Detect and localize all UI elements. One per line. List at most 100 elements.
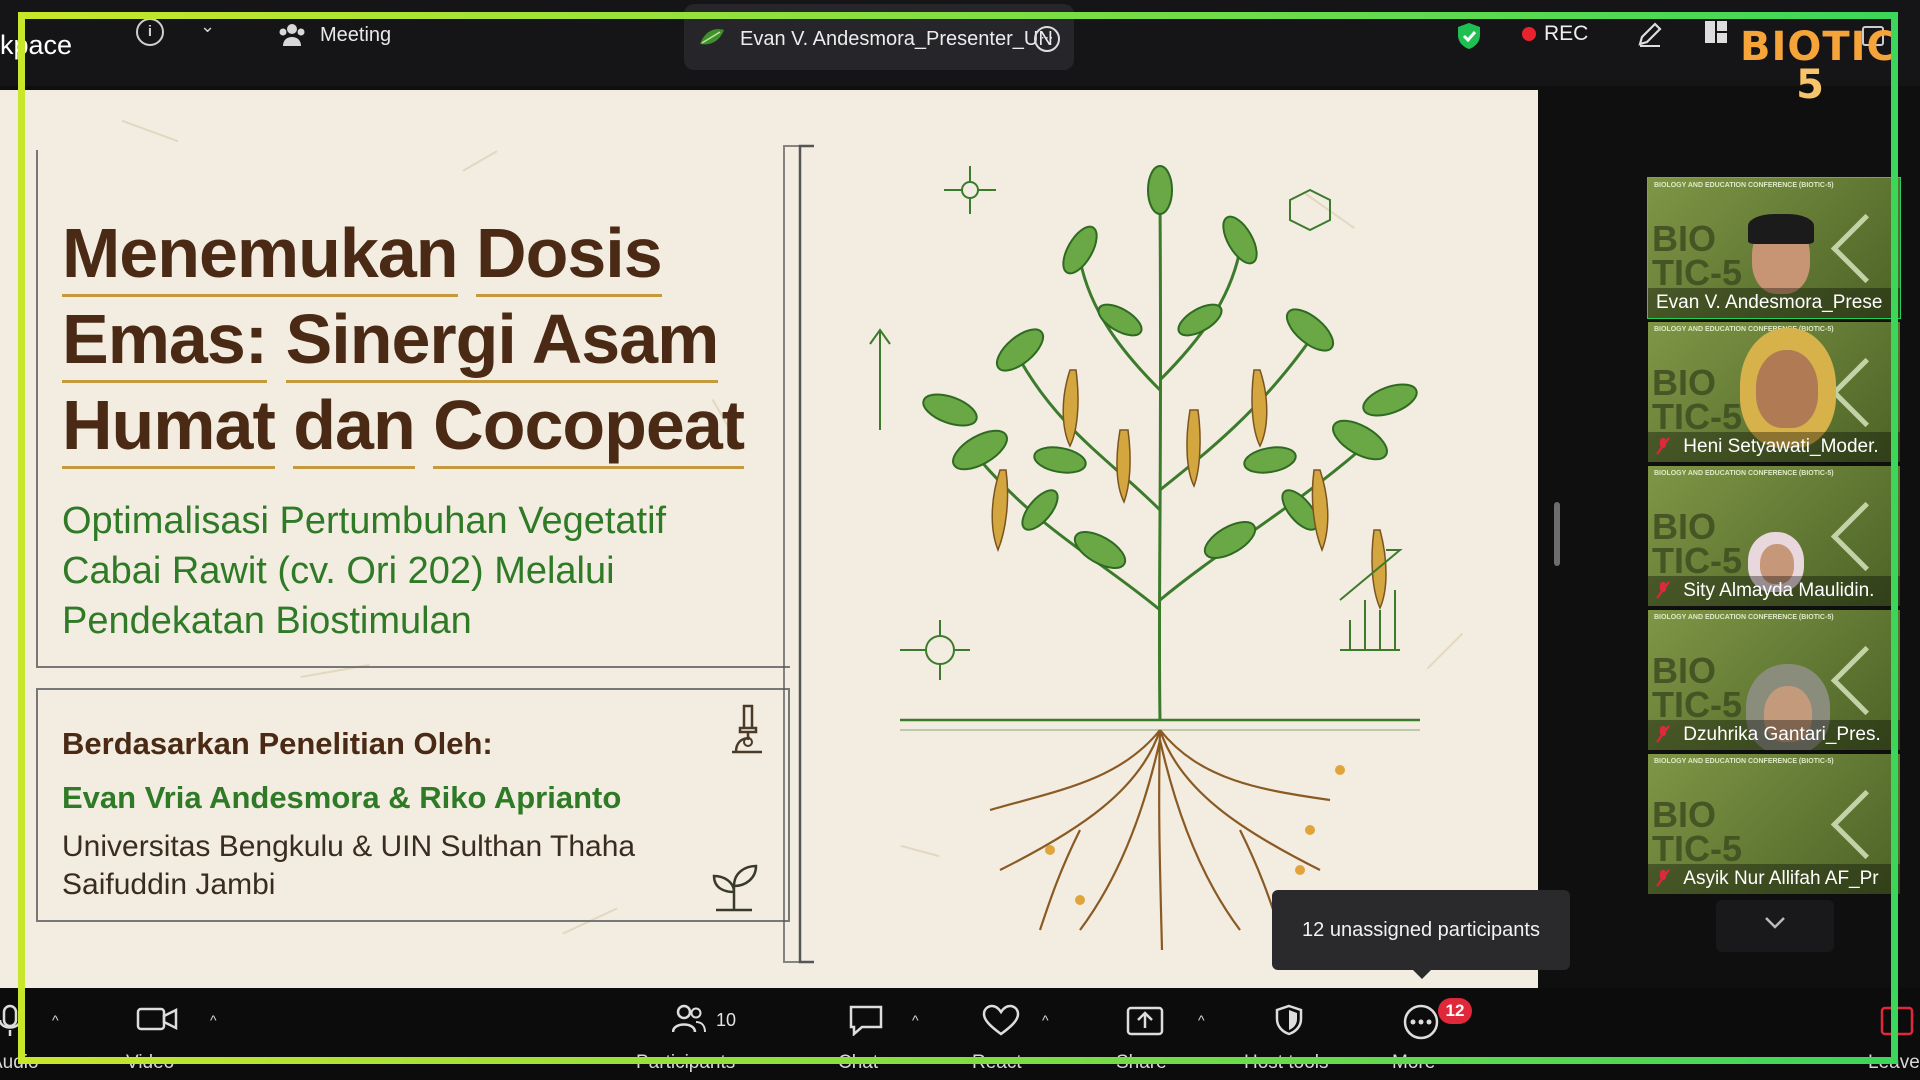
- tile-header: BIOLOGY AND EDUCATION CONFERENCE (BIOTIC…: [1654, 614, 1834, 621]
- subtitle-line: Optimalisasi Pertumbuhan Vegetatif: [62, 500, 667, 542]
- video-tile[interactable]: BIOLOGY AND EDUCATION CONFERENCE (BIOTIC…: [1648, 754, 1900, 894]
- biotic-logo: BIOTIC 5: [1740, 24, 1897, 108]
- leave-label: Leave: [1868, 1052, 1920, 1073]
- participant-name-label: Evan V. Andesmora_Prese: [1648, 288, 1900, 318]
- title-word: Emas:: [62, 300, 268, 383]
- authors: Evan Vria Andesmora & Riko Aprianto: [62, 780, 622, 815]
- meeting-toolbar: Audio ^ Video ^ Participants Chat ^ Reac…: [0, 988, 1920, 1080]
- title-word: dan: [293, 386, 416, 469]
- react-label: React: [972, 1052, 1022, 1073]
- audio-label: Audio: [0, 1052, 39, 1073]
- more-button[interactable]: More: [1392, 1004, 1440, 1073]
- mic-muted-icon: [1656, 437, 1670, 455]
- active-speaker-name: Evan V. Andesmora_Presenter_UN: [740, 28, 1053, 50]
- app-name: kpace: [0, 30, 73, 60]
- heart-icon: [982, 1004, 1020, 1036]
- rec-label: REC: [1544, 22, 1589, 45]
- participant-name-label: Heni Setyawati_Moder.: [1648, 432, 1900, 462]
- react-button[interactable]: React: [972, 1004, 1022, 1073]
- tile-bio-text: BIO TIC-5: [1652, 506, 1742, 581]
- affiliation: Universitas Bengkulu & UIN Sulthan Thaha…: [62, 828, 762, 904]
- chevron-down-icon[interactable]: ⌄: [200, 16, 215, 37]
- top-bar: kpace i ⌄ Meeting Evan V. Andesmora_Pres…: [0, 0, 1920, 105]
- tile-header: BIOLOGY AND EDUCATION CONFERENCE (BIOTIC…: [1654, 182, 1834, 189]
- shared-slide: Menemukan Dosis Emas: Sinergi Asam Humat…: [0, 90, 1538, 988]
- recording-indicator[interactable]: REC: [1522, 22, 1588, 46]
- security-shield-icon[interactable]: [1456, 22, 1482, 50]
- react-options-caret[interactable]: ^: [1042, 1012, 1049, 1028]
- meeting-label: Meeting: [320, 23, 392, 46]
- annotate-pen-icon[interactable]: [1636, 20, 1664, 48]
- research-heading: Berdasarkan Penelitian Oleh:: [62, 726, 493, 761]
- video-options-caret[interactable]: ^: [210, 1012, 217, 1028]
- leave-icon: [1880, 1006, 1914, 1036]
- more-notification-badge: 12: [1438, 998, 1472, 1024]
- logo-number: 5: [1796, 62, 1824, 108]
- video-button[interactable]: Video: [126, 1004, 178, 1073]
- participant-name-label: Dzuhrika Gantari_Pres.: [1648, 720, 1900, 750]
- chili-plant-illustration: [869, 165, 1420, 951]
- tile-bio-text: BIO TIC-5: [1652, 218, 1742, 293]
- share-screen-icon: [1126, 1006, 1164, 1036]
- mic-icon: [0, 1004, 22, 1036]
- subtitle-line: Cabai Rawit (cv. Ori 202) Melalui: [62, 550, 615, 592]
- video-tile[interactable]: BIOLOGY AND EDUCATION CONFERENCE (BIOTIC…: [1648, 322, 1900, 462]
- chevron-down-icon: [1765, 917, 1785, 929]
- participant-video: [1756, 350, 1818, 428]
- shield-icon: [1275, 1004, 1303, 1036]
- divider-bracket: [783, 144, 814, 964]
- tile-bio-text: BIO TIC-5: [1652, 362, 1742, 437]
- speaker-avatar-icon: [700, 29, 724, 45]
- info-icon[interactable]: i: [136, 18, 164, 46]
- share-label: Share: [1116, 1052, 1167, 1073]
- tile-bio-text: BIO TIC-5: [1652, 794, 1742, 869]
- more-icon: [1403, 1004, 1439, 1040]
- chat-button[interactable]: Chat: [838, 1004, 884, 1073]
- mic-muted-icon: [1656, 869, 1670, 887]
- share-options-caret[interactable]: ^: [1198, 1012, 1205, 1028]
- mic-muted-icon: [1656, 725, 1670, 743]
- affiliation-line: Saifuddin Jambi: [62, 868, 276, 901]
- gallery-scroll-down-button[interactable]: [1716, 900, 1834, 952]
- audio-options-caret[interactable]: ^: [52, 1012, 59, 1028]
- video-label: Video: [126, 1052, 175, 1073]
- microscope-icon: [732, 704, 762, 754]
- subtitle-line: Pendekatan Biostimulan: [62, 600, 472, 642]
- share-button[interactable]: Share: [1116, 1004, 1167, 1073]
- chat-label: Chat: [838, 1052, 879, 1073]
- more-label: More: [1392, 1052, 1436, 1073]
- gallery-resize-handle[interactable]: [1554, 502, 1560, 566]
- view-layout-icon[interactable]: [1704, 20, 1728, 44]
- participants-count: 10: [716, 1010, 737, 1030]
- chat-options-caret[interactable]: ^: [912, 1012, 919, 1028]
- title-word: Humat: [62, 386, 276, 469]
- active-speaker-pill[interactable]: Evan V. Andesmora_Presenter_UN ⋯: [684, 4, 1074, 70]
- audio-button[interactable]: Audio: [0, 1004, 39, 1073]
- meeting-button[interactable]: Meeting: [278, 22, 391, 48]
- slide-title: Menemukan Dosis Emas: Sinergi Asam Humat…: [62, 210, 745, 469]
- tile-header: BIOLOGY AND EDUCATION CONFERENCE (BIOTIC…: [1654, 470, 1834, 477]
- more-options-icon[interactable]: ⋯: [1034, 26, 1060, 52]
- video-tile[interactable]: BIOLOGY AND EDUCATION CONFERENCE (BIOTIC…: [1647, 177, 1901, 319]
- participant-hair: [1748, 214, 1814, 244]
- title-word: Sinergi Asam: [285, 300, 719, 383]
- host-tools-button[interactable]: Host tools: [1244, 1004, 1328, 1073]
- title-word: Dosis: [476, 214, 663, 297]
- video-tile[interactable]: BIOLOGY AND EDUCATION CONFERENCE (BIOTIC…: [1648, 610, 1900, 750]
- participants-button[interactable]: Participants: [636, 1004, 735, 1073]
- unassigned-participants-tooltip: 12 unassigned participants: [1272, 890, 1570, 979]
- mic-muted-icon: [1656, 581, 1670, 599]
- participants-icon: [672, 1004, 706, 1033]
- video-tile[interactable]: BIOLOGY AND EDUCATION CONFERENCE (BIOTIC…: [1648, 466, 1900, 606]
- record-dot-icon: [1522, 27, 1536, 41]
- title-word: Menemukan: [62, 214, 459, 297]
- sprout-icon: [712, 864, 758, 912]
- title-word: Cocopeat: [433, 386, 745, 469]
- tile-header: BIOLOGY AND EDUCATION CONFERENCE (BIOTIC…: [1654, 758, 1834, 765]
- participant-name-label: Asyik Nur Allifah AF_Pr: [1648, 864, 1900, 894]
- tile-bio-text: BIO TIC-5: [1652, 650, 1742, 725]
- leave-button[interactable]: Leave: [1868, 1004, 1920, 1073]
- logo-text: BIOTIC: [1740, 24, 1897, 70]
- affiliation-line: Universitas Bengkulu & UIN Sulthan Thaha: [62, 830, 636, 863]
- chat-bubble-icon: [849, 1005, 883, 1036]
